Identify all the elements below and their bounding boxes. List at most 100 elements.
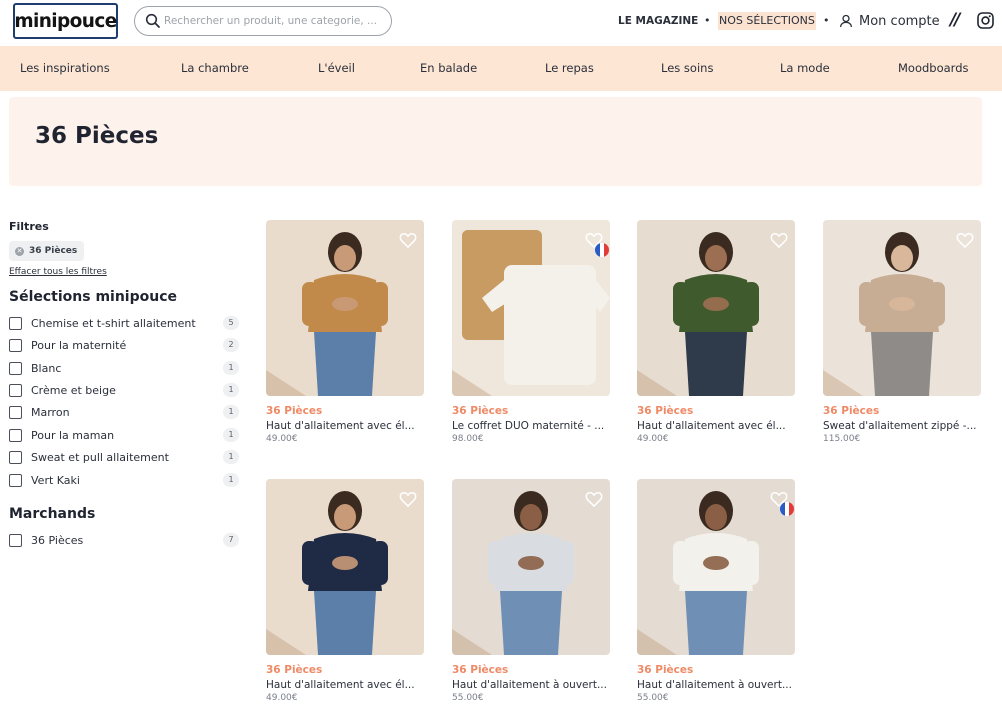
nav-selections[interactable]: NOS SÉLECTIONS [718, 12, 816, 30]
checkbox[interactable] [9, 405, 22, 419]
page-title: 36 Pièces [35, 123, 159, 149]
checkbox[interactable] [9, 361, 22, 375]
search-bar[interactable] [134, 6, 392, 36]
checkbox[interactable] [9, 428, 22, 442]
search-input[interactable] [164, 11, 386, 31]
filter-option[interactable]: Pour la maternité 2 [9, 337, 239, 353]
slashes-icon: // [950, 10, 961, 30]
filter-count: 2 [223, 338, 239, 352]
merchant-option[interactable]: 36 Pièces 7 [9, 532, 239, 548]
wishlist-heart-icon[interactable] [769, 230, 789, 250]
product-name[interactable]: Le coffret DUO maternité - ... [452, 420, 610, 432]
logo[interactable]: minipouce [13, 3, 118, 39]
category-mode[interactable]: La mode [780, 61, 830, 75]
filter-label: Chemise et t-shirt allaitement [31, 316, 196, 330]
filter-count: 1 [223, 361, 239, 375]
header: minipouce LE MAGAZINE • NOS SÉLECTIONS •… [0, 0, 1002, 46]
wishlist-heart-icon[interactable] [584, 489, 604, 509]
filter-label: Sweat et pull allaitement [31, 450, 169, 464]
filter-count: 1 [223, 428, 239, 442]
product-price: 55.00€ [452, 693, 484, 703]
merchant-count: 7 [223, 533, 239, 547]
checkbox[interactable] [9, 450, 22, 464]
product-price: 49.00€ [266, 434, 298, 444]
product-image[interactable] [637, 479, 795, 655]
user-icon [839, 14, 853, 28]
active-filter-label: 36 Pièces [29, 246, 78, 256]
category-chambre[interactable]: La chambre [181, 61, 249, 75]
product-brand: 36 Pièces [266, 664, 323, 676]
product-brand: 36 Pièces [266, 405, 323, 417]
france-flag-icon [780, 502, 794, 516]
france-flag-icon [595, 243, 609, 257]
filter-label: Marron [31, 405, 70, 419]
product-card[interactable]: 36 Pièces Haut d'allaitement avec él... … [266, 479, 424, 705]
filters-title: Filtres [9, 220, 49, 233]
product-card[interactable]: 36 Pièces Sweat d'allaitement zippé -...… [823, 220, 981, 446]
product-price: 49.00€ [266, 693, 298, 703]
clear-filters-link[interactable]: Effacer tous les filtres [9, 267, 107, 277]
product-brand: 36 Pièces [823, 405, 880, 417]
remove-filter-icon[interactable]: ✕ [15, 246, 24, 256]
product-name[interactable]: Haut d'allaitement avec él... [637, 420, 795, 432]
account-link[interactable]: Mon compte [839, 11, 940, 31]
product-brand: 36 Pièces [637, 664, 694, 676]
filter-label: Pour la maternité [31, 338, 127, 352]
category-bar: Les inspirations La chambre L'éveil En b… [0, 46, 1002, 91]
product-image[interactable] [637, 220, 795, 396]
merchant-label: 36 Pièces [31, 533, 84, 547]
wishlist-heart-icon[interactable] [398, 230, 418, 250]
selections-heading: Sélections minipouce [9, 289, 178, 305]
filter-label: Pour la maman [31, 428, 115, 442]
product-image[interactable] [452, 479, 610, 655]
product-image[interactable] [452, 220, 610, 396]
category-eveil[interactable]: L'éveil [318, 61, 355, 75]
product-card[interactable]: 36 Pièces Haut d'allaitement avec él... … [266, 220, 424, 446]
merchants-heading: Marchands [9, 506, 96, 522]
nav-magazine[interactable]: LE MAGAZINE [618, 12, 698, 30]
product-card[interactable]: 36 Pièces Haut d'allaitement avec él... … [637, 220, 795, 446]
category-moodboards[interactable]: Moodboards [898, 61, 969, 75]
checkbox[interactable] [9, 473, 22, 487]
filter-option[interactable]: Crème et beige 1 [9, 382, 239, 398]
checkbox[interactable] [9, 383, 22, 397]
product-brand: 36 Pièces [637, 405, 694, 417]
product-image[interactable] [823, 220, 981, 396]
category-inspirations[interactable]: Les inspirations [20, 61, 110, 75]
product-card[interactable]: 36 Pièces Haut d'allaitement à ouvert...… [637, 479, 795, 705]
nav-separator: • [823, 14, 830, 27]
checkbox[interactable] [9, 533, 22, 547]
filter-count: 5 [223, 316, 239, 330]
product-name[interactable]: Haut d'allaitement à ouvert... [637, 679, 795, 691]
category-repas[interactable]: Le repas [545, 61, 594, 75]
instagram-icon[interactable] [977, 12, 994, 29]
filter-option[interactable]: Vert Kaki 1 [9, 472, 239, 488]
product-name[interactable]: Haut d'allaitement avec él... [266, 679, 424, 691]
product-name[interactable]: Haut d'allaitement à ouvert... [452, 679, 610, 691]
product-image[interactable] [266, 479, 424, 655]
wishlist-heart-icon[interactable] [955, 230, 975, 250]
product-card[interactable]: 36 Pièces Le coffret DUO maternité - ...… [452, 220, 610, 446]
checkbox[interactable] [9, 338, 22, 352]
product-image[interactable] [266, 220, 424, 396]
product-brand: 36 Pièces [452, 405, 509, 417]
product-price: 55.00€ [637, 693, 669, 703]
search-icon [145, 13, 160, 28]
filter-label: Blanc [31, 361, 62, 375]
active-filter-chip[interactable]: ✕ 36 Pièces [9, 241, 85, 261]
filter-count: 1 [223, 405, 239, 419]
product-price: 98.00€ [452, 434, 484, 444]
category-balade[interactable]: En balade [420, 61, 477, 75]
product-name[interactable]: Haut d'allaitement avec él... [266, 420, 424, 432]
wishlist-heart-icon[interactable] [398, 489, 418, 509]
filter-option[interactable]: Sweat et pull allaitement 1 [9, 449, 239, 465]
filter-option[interactable]: Marron 1 [9, 404, 239, 420]
filter-option[interactable]: Chemise et t-shirt allaitement 5 [9, 315, 239, 331]
checkbox[interactable] [9, 316, 22, 330]
filter-option[interactable]: Pour la maman 1 [9, 427, 239, 443]
filter-option[interactable]: Blanc 1 [9, 360, 239, 376]
product-price: 49.00€ [637, 434, 669, 444]
product-name[interactable]: Sweat d'allaitement zippé -... [823, 420, 981, 432]
product-card[interactable]: 36 Pièces Haut d'allaitement à ouvert...… [452, 479, 610, 705]
category-soins[interactable]: Les soins [661, 61, 713, 75]
